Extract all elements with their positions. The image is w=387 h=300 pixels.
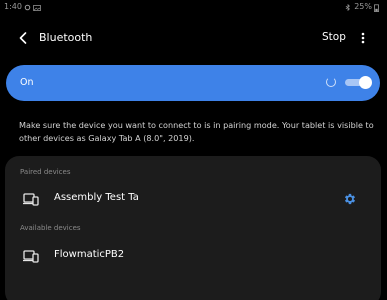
more-options-button[interactable]: [356, 28, 370, 48]
stop-scan-button[interactable]: Stop: [322, 31, 346, 43]
battery-icon: [374, 3, 381, 12]
status-right: 25%: [345, 2, 381, 12]
status-time: 1:40: [4, 2, 22, 11]
toggle-state-label: On: [20, 77, 34, 88]
gallery-status-icon: [33, 4, 41, 11]
gear-status-icon: [24, 4, 31, 10]
laptop-icon: [23, 248, 39, 263]
page-title: Bluetooth: [39, 31, 93, 44]
status-left: 1:40: [4, 2, 41, 11]
bluetooth-settings-screen: 1:40 25% Bluetooth Stop On Make sure the…: [0, 0, 387, 300]
status-bar: 1:40 25%: [0, 0, 387, 14]
paired-device-row[interactable]: Assembly Test Ta: [5, 183, 381, 213]
bluetooth-switch[interactable]: [345, 76, 372, 89]
pairing-description: Make sure the device you want to connect…: [19, 120, 374, 143]
battery-percent: 25%: [354, 2, 372, 11]
app-header: Bluetooth Stop: [0, 24, 387, 52]
switch-knob: [359, 76, 372, 89]
back-button[interactable]: [15, 28, 31, 48]
bluetooth-status-icon: [345, 3, 352, 11]
available-devices-header: Available devices: [20, 224, 81, 232]
laptop-icon: [23, 191, 39, 206]
bluetooth-master-toggle[interactable]: On: [6, 65, 380, 101]
available-device-row[interactable]: FlowmaticPB2: [5, 240, 381, 270]
more-vertical-icon: [361, 32, 365, 44]
chevron-left-icon: [19, 32, 27, 44]
device-name: FlowmaticPB2: [54, 249, 125, 260]
paired-devices-header: Paired devices: [20, 168, 71, 176]
devices-card: Paired devices Assembly Test Ta Availabl…: [5, 156, 381, 300]
scanning-progress-icon: [326, 77, 336, 87]
device-name: Assembly Test Ta: [54, 192, 139, 203]
device-settings-button[interactable]: [343, 191, 357, 205]
gear-icon: [344, 193, 356, 205]
